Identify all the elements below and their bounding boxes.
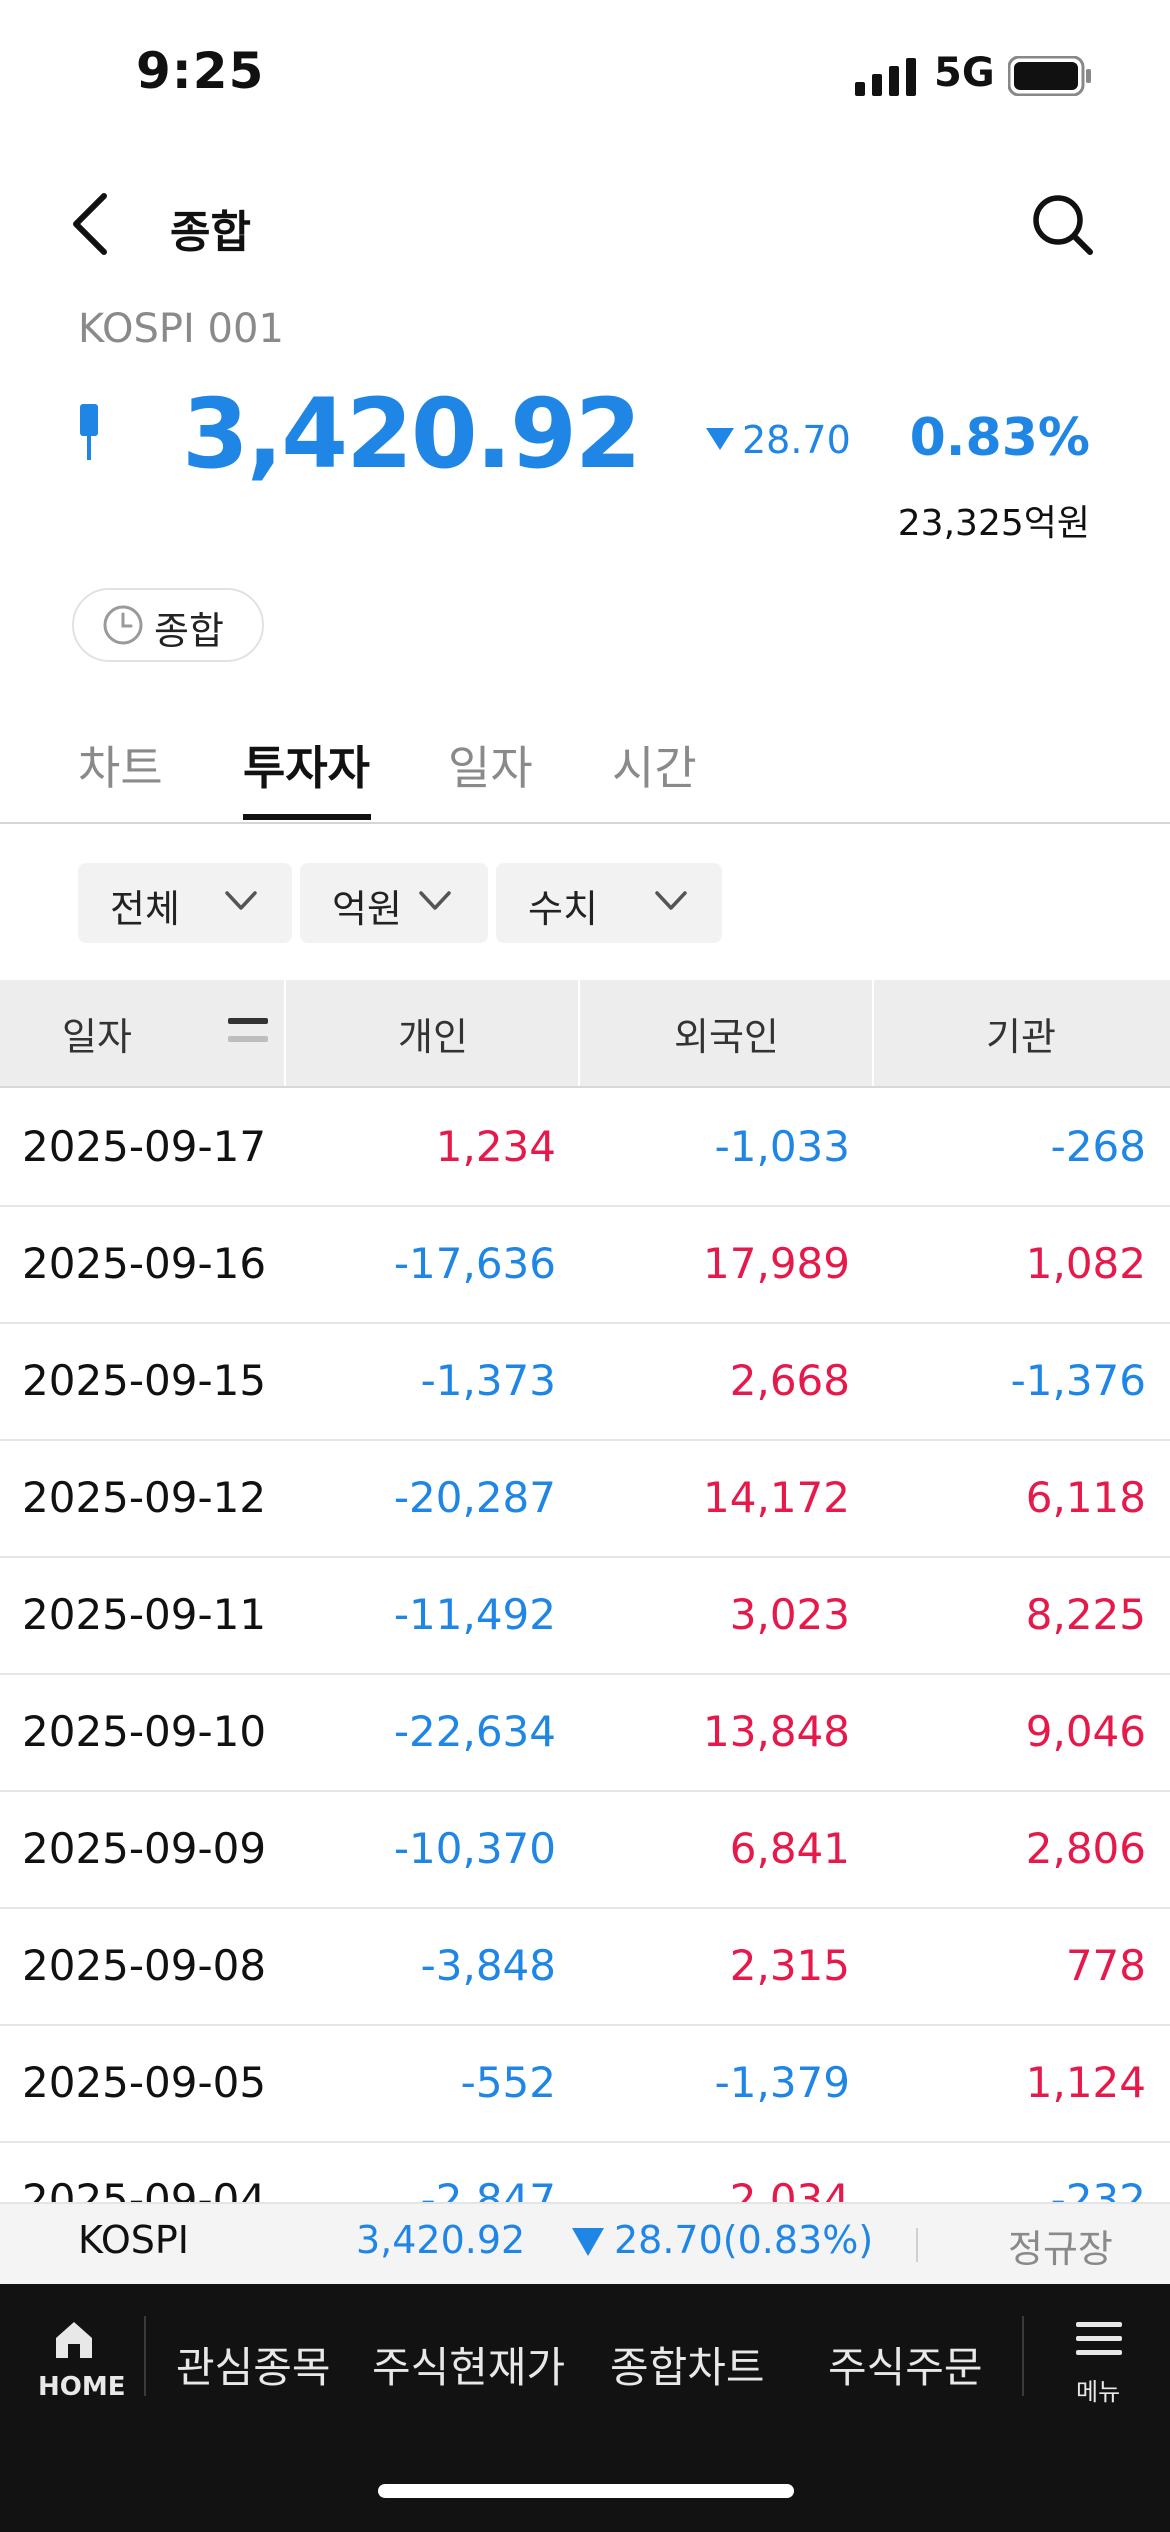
row-date: 2025-09-16: [22, 1239, 267, 1288]
row-foreign: 2,315: [729, 1941, 850, 1990]
row-institution: 778: [1065, 1941, 1146, 1990]
row-institution: 9,046: [1025, 1707, 1146, 1756]
nav-current-price[interactable]: 주식현재가: [372, 2334, 565, 2395]
row-individual: -10,370: [393, 1824, 556, 1873]
row-date: 2025-09-11: [22, 1590, 267, 1639]
row-foreign: -1,033: [714, 1122, 850, 1171]
row-institution: -268: [1050, 1122, 1146, 1171]
filter-unit-label: 억원: [332, 887, 402, 931]
status-time: 9:25: [136, 42, 265, 100]
column-header-foreign: 외국인: [674, 1015, 779, 1059]
tab-chart[interactable]: 차트: [78, 732, 163, 798]
menu-label[interactable]: 메뉴: [1076, 2372, 1120, 2407]
column-header-date[interactable]: 일자: [62, 1006, 132, 1061]
ticker-name: KOSPI: [78, 2218, 189, 2262]
row-date: 2025-09-08: [22, 1941, 267, 1990]
index-code: KOSPI 001: [78, 306, 284, 352]
tab-daily[interactable]: 일자: [448, 732, 533, 798]
column-separator: [284, 980, 286, 1086]
down-triangle-icon: [706, 428, 734, 450]
index-price: 3,420.92: [182, 378, 642, 490]
nav-separator: [144, 2316, 146, 2396]
filter-investor-type-label: 전체: [110, 887, 180, 931]
row-date: 2025-09-05: [22, 2058, 267, 2107]
active-tab-indicator: [243, 814, 371, 820]
filter-display-label: 수치: [528, 887, 598, 931]
row-institution: 8,225: [1025, 1590, 1146, 1639]
row-institution: 1,124: [1025, 2058, 1146, 2107]
home-icon[interactable]: [52, 2318, 96, 2366]
index-change-pct: 0.83%: [909, 408, 1090, 468]
row-individual: -552: [460, 2058, 556, 2107]
row-foreign: 2,668: [729, 1356, 850, 1405]
row-institution: 6,118: [1025, 1473, 1146, 1522]
row-foreign: 13,848: [703, 1707, 850, 1756]
row-foreign: 6,841: [729, 1824, 850, 1873]
row-date: 2025-09-09: [22, 1824, 267, 1873]
row-foreign: 17,989: [703, 1239, 850, 1288]
market-chip-label: 종합: [154, 609, 224, 653]
chevron-down-icon: [418, 890, 452, 916]
sort-icon[interactable]: [228, 1016, 268, 1050]
row-individual: -17,636: [393, 1239, 556, 1288]
row-date: 2025-09-17: [22, 1122, 267, 1171]
clock-icon: [102, 604, 144, 650]
row-institution: -1,376: [1010, 1356, 1146, 1405]
chevron-down-icon: [654, 890, 688, 916]
column-header-institution: 기관: [986, 1015, 1056, 1059]
price-marker-icon: [80, 404, 98, 436]
home-label[interactable]: HOME: [38, 2372, 126, 2402]
row-date: 2025-09-15: [22, 1356, 267, 1405]
back-chevron-icon[interactable]: [68, 192, 112, 260]
tab-time[interactable]: 시간: [612, 732, 697, 798]
row-institution: 1,082: [1025, 1239, 1146, 1288]
battery-icon: [1007, 55, 1092, 100]
row-date: 2025-09-10: [22, 1707, 267, 1756]
chevron-down-icon: [224, 890, 258, 916]
row-individual: 1,234: [435, 1122, 556, 1171]
row-individual: -22,634: [393, 1707, 556, 1756]
row-institution: 2,806: [1025, 1824, 1146, 1873]
row-foreign: 3,023: [729, 1590, 850, 1639]
ticker-change: 28.70(0.83%): [614, 2218, 874, 2262]
ticker-session: 정규장: [1008, 2227, 1113, 2271]
row-individual: -1,373: [420, 1356, 556, 1405]
row-foreign: -1,379: [714, 2058, 850, 2107]
hamburger-menu-icon[interactable]: [1076, 2322, 1122, 2364]
row-date: 2025-09-12: [22, 1473, 267, 1522]
home-indicator: [378, 2484, 794, 2498]
nav-chart[interactable]: 종합차트: [610, 2334, 765, 2395]
index-change: 28.70: [742, 418, 851, 462]
column-header-individual: 개인: [398, 1015, 468, 1059]
column-separator: [872, 980, 874, 1086]
nav-watchlist[interactable]: 관심종목: [176, 2334, 331, 2395]
down-triangle-icon: [572, 2228, 604, 2256]
row-foreign: 14,172: [703, 1473, 850, 1522]
tab-divider: [0, 822, 1170, 824]
page-title: 종합: [170, 207, 251, 258]
ticker-price: 3,420.92: [356, 2218, 526, 2262]
column-separator: [578, 980, 580, 1086]
row-individual: -20,287: [393, 1473, 556, 1522]
ticker-separator: [916, 2228, 918, 2262]
search-icon[interactable]: [1030, 192, 1096, 262]
network-type: 5G: [934, 50, 995, 96]
nav-order[interactable]: 주식주문: [828, 2334, 983, 2395]
nav-separator: [1022, 2316, 1024, 2396]
trade-amount: 23,325억원: [897, 503, 1090, 544]
row-individual: -11,492: [393, 1590, 556, 1639]
price-marker-tail: [87, 436, 91, 460]
tab-investor[interactable]: 투자자: [243, 732, 370, 798]
row-individual: -3,848: [420, 1941, 556, 1990]
signal-icon: [855, 58, 917, 100]
